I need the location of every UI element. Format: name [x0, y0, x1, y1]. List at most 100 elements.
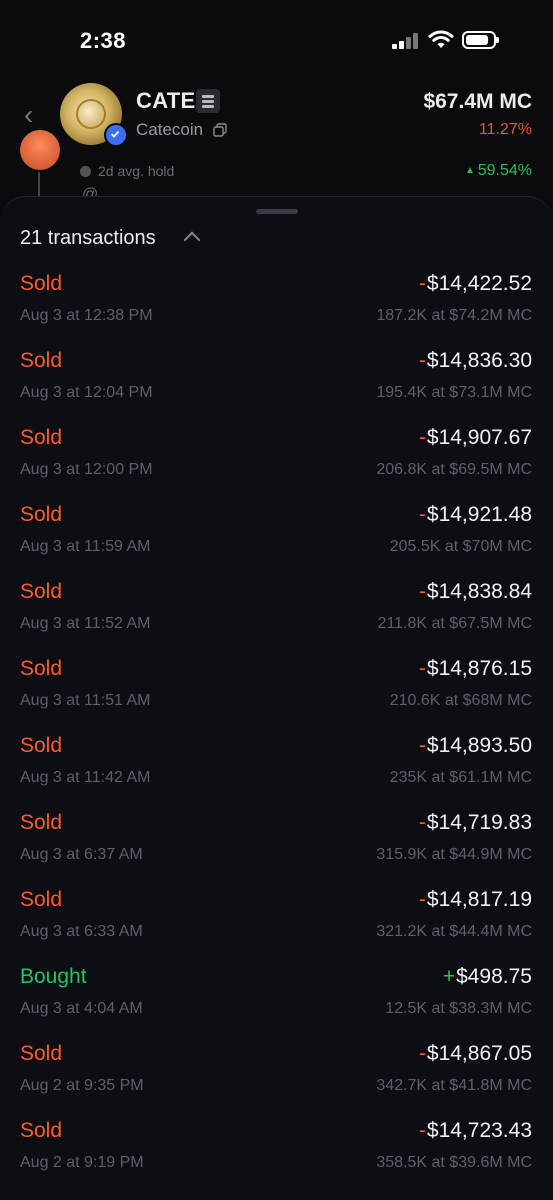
transaction-detail: 211.8K at $67.5M MC — [377, 615, 532, 632]
transaction-row[interactable]: Sold Aug 3 at 11:52 AM -$14,838.84 211.8K a… — [0, 580, 553, 657]
sheet-drag-handle[interactable] — [256, 209, 298, 214]
transactions-sheet[interactable]: 21 transactions Sold Aug 3 at 12:38 PM -$1… — [0, 196, 553, 1200]
back-chevron-icon[interactable]: ‹ — [24, 100, 46, 130]
trader-avatar[interactable] — [20, 130, 60, 170]
transaction-amount: -$14,422.52 — [419, 272, 532, 296]
transaction-sign: - — [418, 503, 426, 526]
transactions-count[interactable]: 21 transactions — [20, 227, 156, 250]
status-bar: 2:38 — [0, 0, 553, 80]
transaction-row[interactable]: Sold Aug 2 at 9:35 PM -$14,867.05 342.7K at… — [0, 1042, 553, 1119]
transaction-sign: - — [418, 1042, 426, 1065]
transaction-type: Sold — [20, 503, 63, 526]
transaction-type: Sold — [20, 272, 63, 295]
transaction-detail: 315.9K at $44.9M MC — [376, 846, 532, 863]
token-name: Catecoin — [136, 120, 204, 139]
transaction-detail: 206.8K at $69.5M MC — [376, 461, 532, 478]
transaction-amount: -$14,907.67 — [419, 426, 532, 450]
verified-badge-icon — [104, 123, 128, 147]
transaction-amount: +$498.75 — [443, 965, 532, 989]
market-cap: $67.4M MC — [423, 90, 532, 113]
status-time: 2:38 — [80, 28, 127, 53]
transaction-sign: + — [442, 965, 456, 988]
transaction-amount: -$14,921.48 — [419, 503, 532, 527]
transaction-amount: -$14,838.84 — [419, 580, 532, 604]
transaction-sign: - — [418, 1119, 426, 1142]
transaction-date: Aug 3 at 6:37 AM — [20, 846, 143, 863]
transaction-type: Sold — [20, 657, 63, 680]
transaction-type: Sold — [20, 734, 63, 757]
transaction-amount: -$14,867.05 — [419, 1042, 532, 1066]
transaction-value: $14,719.83 — [426, 811, 532, 834]
transaction-date: Aug 3 at 11:52 AM — [20, 615, 151, 632]
transaction-sign: - — [418, 734, 426, 757]
chevron-up-icon[interactable] — [183, 231, 201, 249]
transaction-type: Sold — [20, 888, 63, 911]
transaction-row[interactable]: Sold Aug 3 at 11:59 AM -$14,921.48 205.5K a… — [0, 503, 553, 580]
token-header: ‹ CATE Catecoin $67.4M MC 11.27% — [0, 80, 553, 150]
transaction-date: Aug 3 at 11:42 AM — [20, 769, 151, 786]
transaction-value: $14,838.84 — [426, 580, 532, 603]
transaction-type: Sold — [20, 580, 63, 603]
token-ticker: CATE — [136, 88, 196, 113]
transaction-type: Sold — [20, 1119, 63, 1142]
transaction-amount: -$14,836.30 — [419, 349, 532, 373]
transaction-row[interactable]: Sold Aug 3 at 6:37 AM -$14,719.83 315.9K at… — [0, 811, 553, 888]
transaction-row[interactable]: Sold Aug 3 at 11:42 AM -$14,893.50 235K at … — [0, 734, 553, 811]
transaction-amount: -$14,719.83 — [419, 811, 532, 835]
copy-icon[interactable] — [213, 123, 227, 137]
transaction-value: $14,867.05 — [426, 1042, 532, 1065]
transaction-detail: 321.2K at $44.4M MC — [376, 923, 532, 940]
battery-icon — [462, 31, 499, 49]
transaction-date: Aug 3 at 11:59 AM — [20, 538, 151, 555]
transaction-amount: -$14,723.43 — [419, 1119, 532, 1143]
transaction-sign: - — [418, 811, 426, 834]
transaction-detail: 342.7K at $41.8M MC — [376, 1077, 532, 1094]
transaction-sign: - — [418, 657, 426, 680]
transaction-date: Aug 2 at 9:35 PM — [20, 1077, 144, 1094]
transaction-detail: 195.4K at $73.1M MC — [376, 384, 532, 401]
transaction-value: $14,893.50 — [426, 734, 532, 757]
clock-icon — [80, 166, 91, 177]
transaction-row[interactable]: Sold Aug 3 at 12:00 PM -$14,907.67 206.8K a… — [0, 426, 553, 503]
transaction-value: $14,921.48 — [426, 503, 532, 526]
solana-chain-icon — [196, 89, 220, 113]
transaction-date: Aug 3 at 11:51 AM — [20, 692, 151, 709]
transaction-sign: - — [418, 426, 426, 449]
transaction-amount: -$14,876.15 — [419, 657, 532, 681]
transaction-date: Aug 3 at 12:00 PM — [20, 461, 153, 478]
transaction-amount: -$14,817.19 — [419, 888, 532, 912]
transaction-row[interactable]: Sold Aug 2 at 9:19 PM -$14,723.43 358.5K at… — [0, 1119, 553, 1196]
transaction-type: Bought — [20, 965, 87, 988]
transaction-type: Sold — [20, 1042, 63, 1065]
cellular-signal-icon — [392, 33, 420, 49]
transaction-row[interactable]: Sold Aug 3 at 12:38 PM -$14,422.52 187.2K a… — [0, 272, 553, 349]
transaction-date: Aug 2 at 9:19 PM — [20, 1154, 144, 1171]
trader-pnl-percent: 59.54% — [465, 162, 532, 180]
transaction-value: $14,723.43 — [426, 1119, 532, 1142]
wifi-icon — [428, 30, 454, 50]
price-change: 11.27% — [478, 121, 532, 138]
transaction-sign: - — [418, 349, 426, 372]
avg-hold-label: 2d avg. hold — [98, 163, 175, 179]
transaction-detail: 358.5K at $39.6M MC — [376, 1154, 532, 1171]
transaction-detail: 187.2K at $74.2M MC — [376, 307, 532, 324]
transaction-type: Sold — [20, 811, 63, 834]
transaction-row[interactable]: Sold Aug 3 at 12:04 PM -$14,836.30 195.4K a… — [0, 349, 553, 426]
transaction-row[interactable]: Sold Aug 3 at 11:51 AM -$14,876.15 210.6K a… — [0, 657, 553, 734]
transaction-date: Aug 3 at 12:38 PM — [20, 307, 153, 324]
transaction-value: $14,876.15 — [426, 657, 532, 680]
transaction-amount: -$14,893.50 — [419, 734, 532, 758]
transaction-type: Sold — [20, 349, 63, 372]
transaction-value: $14,817.19 — [426, 888, 532, 911]
transaction-row[interactable]: Bought Aug 3 at 4:04 AM +$498.75 12.5K at $… — [0, 965, 553, 1042]
transaction-detail: 205.5K at $70M MC — [389, 538, 532, 555]
transaction-sign: - — [418, 580, 426, 603]
transaction-detail: 12.5K at $38.3M MC — [385, 1000, 532, 1017]
transaction-value: $14,836.30 — [426, 349, 532, 372]
transaction-detail: 235K at $61.1M MC — [389, 769, 532, 786]
transaction-sign: - — [418, 888, 426, 911]
transaction-value: $498.75 — [456, 965, 532, 988]
transaction-detail: 210.6K at $68M MC — [389, 692, 532, 709]
transaction-row[interactable]: Sold Aug 3 at 6:33 AM -$14,817.19 321.2K at… — [0, 888, 553, 965]
transaction-value: $14,907.67 — [426, 426, 532, 449]
